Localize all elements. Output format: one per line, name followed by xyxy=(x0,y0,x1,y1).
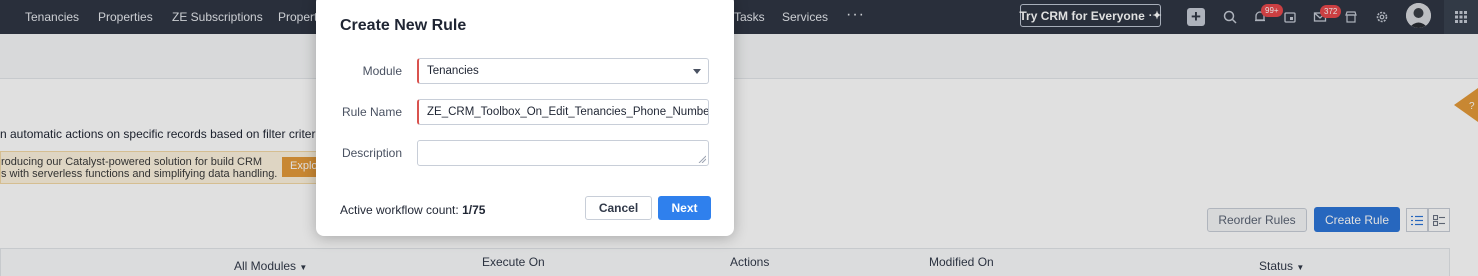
top-nav: Tenancies Properties ZE Subscriptions Pr… xyxy=(0,0,1478,34)
column-status-label: Status xyxy=(1259,259,1294,273)
plus-icon[interactable]: + xyxy=(1186,7,1206,27)
nav-tab-properties[interactable]: Properties xyxy=(98,10,153,24)
calendar-icon[interactable] xyxy=(1280,7,1300,27)
marketplace-icon[interactable] xyxy=(1341,7,1361,27)
nav-tab-services[interactable]: Services xyxy=(782,10,828,24)
column-actions: Actions xyxy=(730,255,770,269)
more-tabs-icon[interactable]: ··· xyxy=(846,6,865,24)
page-description: n automatic actions on specific records … xyxy=(0,127,350,141)
try-crm-button[interactable]: Try CRM for Everyone ·✦ xyxy=(1019,4,1162,27)
detail-view-icon[interactable] xyxy=(1428,208,1450,232)
mail-badge: 372 xyxy=(1320,5,1342,18)
chevron-down-icon: ▼ xyxy=(1296,263,1305,272)
sparkle-icon: ·✦ xyxy=(1148,10,1162,22)
workflow-count-label: Active workflow count: xyxy=(340,203,459,217)
column-execute-on: Execute On xyxy=(482,255,545,269)
workflow-count-value: 1/75 xyxy=(462,203,486,217)
workflow-count: Active workflow count: 1/75 xyxy=(340,203,485,217)
app-grid-icon[interactable] xyxy=(1444,0,1478,34)
column-modules-label: All Modules xyxy=(234,259,297,273)
module-select-value: Tenancies xyxy=(427,65,479,77)
column-status[interactable]: Status ▼ xyxy=(1259,259,1304,273)
chevron-down-icon: ▼ xyxy=(299,263,308,272)
create-rule-dialog: Create New Rule Module Tenancies Rule Na… xyxy=(316,0,734,236)
gear-icon[interactable] xyxy=(1372,7,1392,27)
search-icon[interactable] xyxy=(1220,7,1240,27)
help-icon[interactable]: ? xyxy=(1452,88,1478,122)
chevron-down-icon xyxy=(693,69,701,74)
try-crm-label: Try CRM for Everyone xyxy=(1019,8,1145,23)
nav-tab-ze-subscriptions[interactable]: ZE Subscriptions xyxy=(172,10,263,24)
list-view-icon[interactable] xyxy=(1406,208,1428,232)
rule-name-label: Rule Name xyxy=(341,105,402,119)
module-select[interactable]: Tenancies xyxy=(417,58,709,84)
module-label: Module xyxy=(362,64,402,78)
column-modified-on: Modified On xyxy=(929,255,994,269)
nav-tab-tenancies[interactable]: Tenancies xyxy=(25,10,79,24)
rules-table-header: All Modules ▼ Execute On Actions Modifie… xyxy=(0,248,1450,276)
next-button[interactable]: Next xyxy=(658,196,711,220)
create-rule-button[interactable]: Create Rule xyxy=(1314,207,1400,232)
promo-text-line2: s with serverless functions and simplify… xyxy=(1,168,278,180)
resize-handle-icon[interactable] xyxy=(698,155,706,163)
description-textarea[interactable] xyxy=(417,140,709,166)
reorder-rules-button[interactable]: Reorder Rules xyxy=(1207,208,1307,232)
page-subheader xyxy=(0,34,1478,79)
promo-banner: roducing our Catalyst-powered solution f… xyxy=(0,151,330,184)
dialog-title: Create New Rule xyxy=(340,17,467,34)
nav-tab-tasks[interactable]: Tasks xyxy=(734,10,765,24)
description-label: Description xyxy=(341,146,402,160)
rule-name-input[interactable]: ZE_CRM_Toolbox_On_Edit_Tenancies_Phone_N… xyxy=(417,99,709,125)
svg-text:?: ? xyxy=(1469,101,1475,112)
avatar[interactable] xyxy=(1406,3,1431,28)
promo-text-line1: roducing our Catalyst-powered solution f… xyxy=(1,156,263,168)
column-modules[interactable]: All Modules ▼ xyxy=(234,259,307,273)
cancel-button[interactable]: Cancel xyxy=(585,196,652,220)
